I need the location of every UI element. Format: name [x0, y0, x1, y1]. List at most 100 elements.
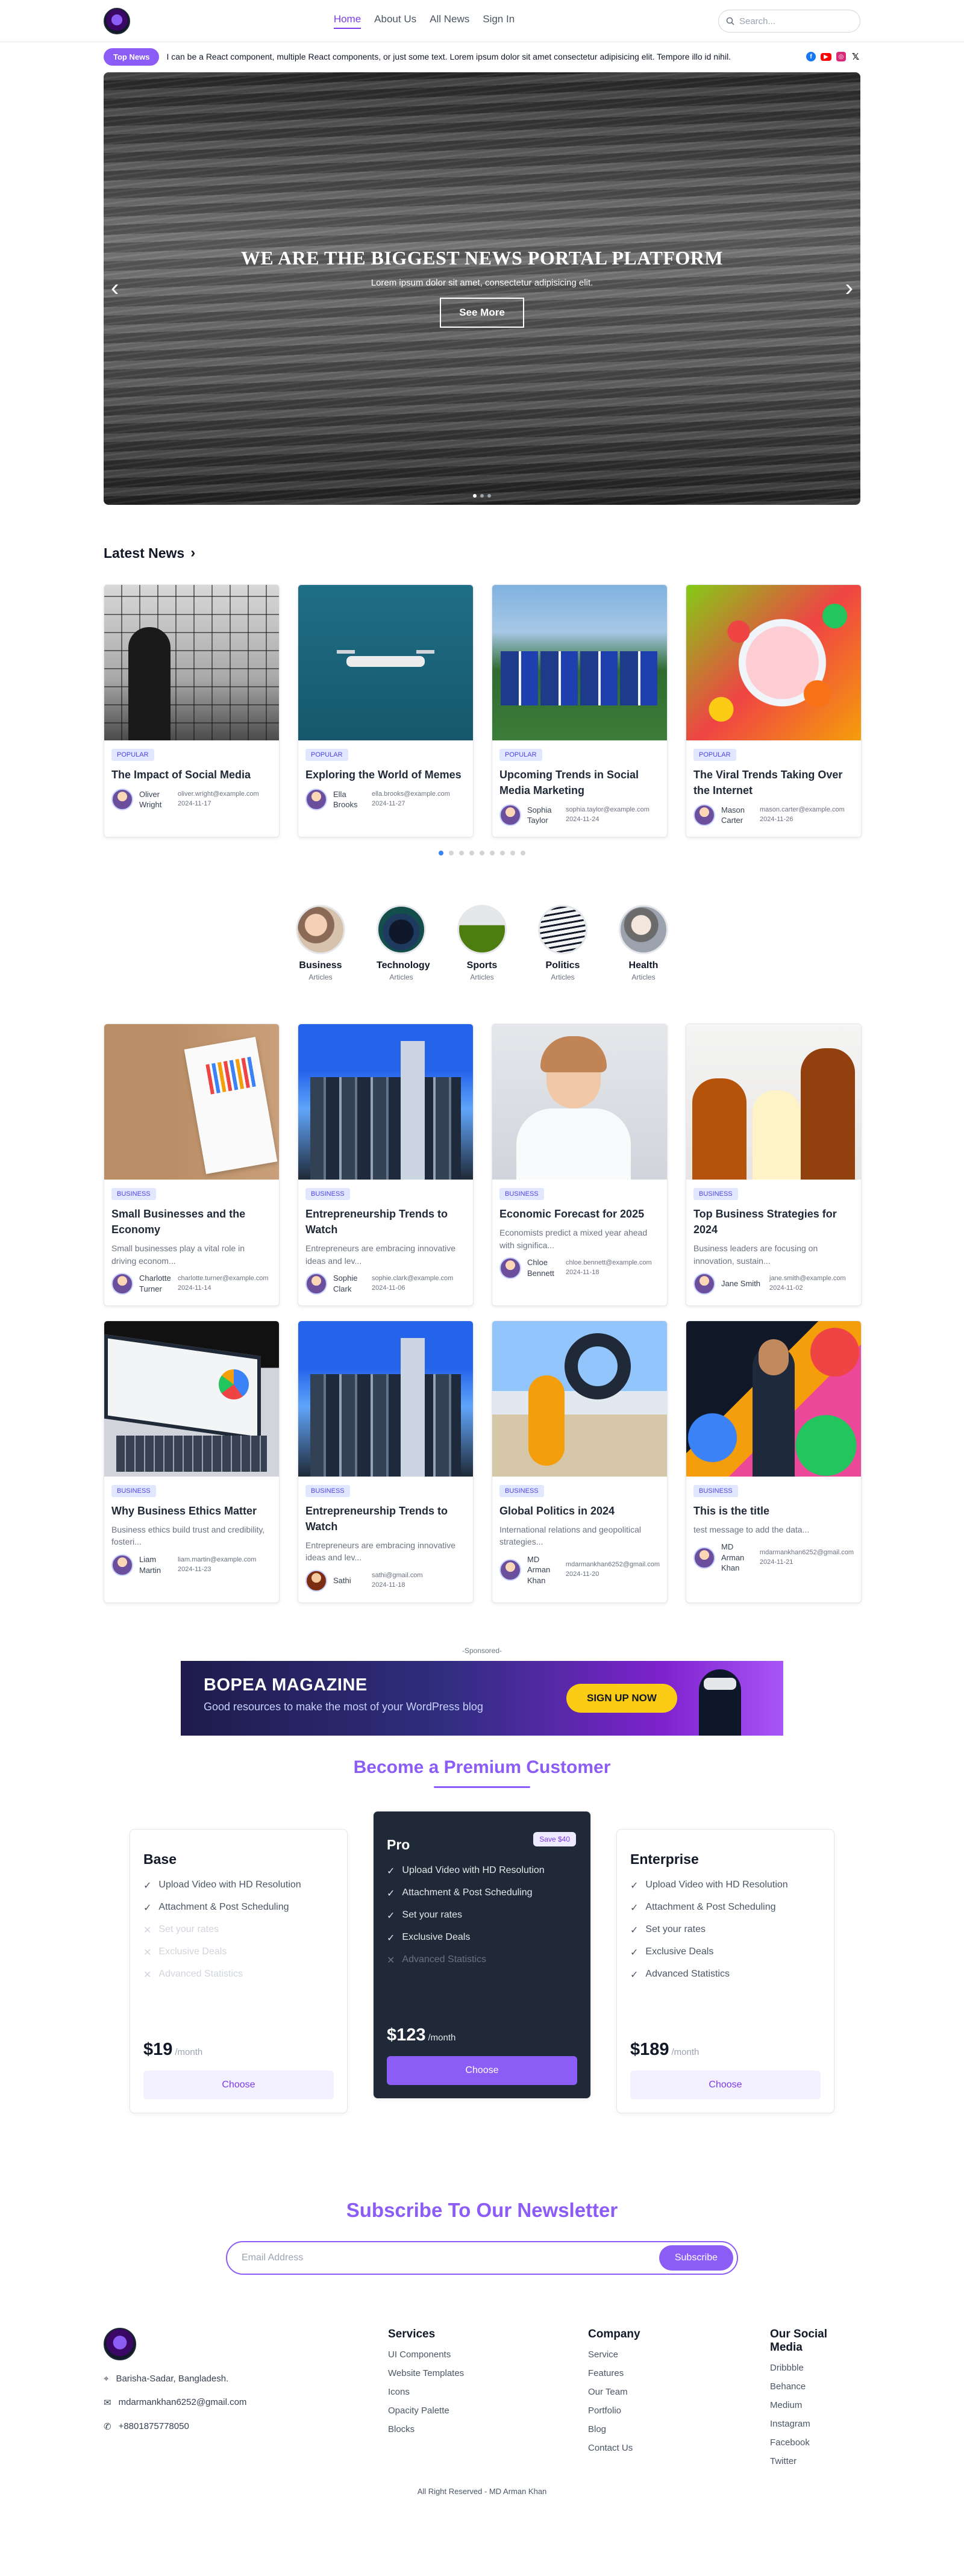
news-title[interactable]: Entrepreneurship Trends to Watch	[305, 1206, 466, 1237]
author-row: Mason Carter mason.carter@example.com 202…	[693, 804, 854, 827]
see-more-button[interactable]: See More	[440, 298, 524, 328]
choose-button[interactable]: Choose	[387, 2055, 577, 2085]
news-image	[298, 1321, 473, 1477]
avatar	[499, 1558, 521, 1581]
footer-link[interactable]: Dribbble	[770, 2363, 860, 2373]
news-card[interactable]: POPULAR The Impact of Social Media Olive…	[104, 584, 280, 838]
top-news-label: Top News	[104, 48, 160, 66]
avatar	[111, 1554, 133, 1576]
nav-home[interactable]: Home	[333, 13, 362, 29]
carousel-dot[interactable]	[459, 851, 464, 856]
footer-link[interactable]: Portfolio	[588, 2406, 751, 2416]
news-title[interactable]: Small Businesses and the Economy	[111, 1206, 272, 1237]
author-email: mdarmankhan6252@gmail.com	[565, 1561, 660, 1569]
banner-signup-button[interactable]: SIGN UP NOW	[566, 1683, 677, 1713]
sponsor-banner[interactable]: BOPEA MAGAZINE Good resources to make th…	[181, 1660, 783, 1736]
news-card[interactable]: BUSINESS Why Business Ethics Matter Busi…	[104, 1320, 280, 1603]
footer-link[interactable]: Instagram	[770, 2419, 860, 2429]
category-image	[296, 905, 345, 955]
category-politics[interactable]: Politics Articles	[538, 905, 587, 981]
news-image	[104, 1024, 279, 1180]
nav-about[interactable]: About Us	[374, 13, 416, 29]
slide-dot[interactable]	[480, 494, 484, 498]
footer-link[interactable]: Blocks	[388, 2424, 569, 2434]
carousel-dot[interactable]	[469, 851, 474, 856]
footer-heading: Our Social Media	[770, 2327, 828, 2354]
news-card[interactable]: POPULAR Upcoming Trends in Social Media …	[492, 584, 668, 838]
news-title[interactable]: Exploring the World of Memes	[305, 767, 466, 783]
location-pin-icon: ⌖	[104, 2373, 109, 2384]
footer-link[interactable]: Service	[588, 2349, 751, 2360]
carousel-dot[interactable]	[490, 851, 495, 856]
slide-dot[interactable]	[487, 494, 491, 498]
news-card[interactable]: BUSINESS Entrepreneurship Trends to Watc…	[298, 1320, 474, 1603]
news-title[interactable]: Entrepreneurship Trends to Watch	[305, 1503, 466, 1534]
news-card[interactable]: BUSINESS Global Politics in 2024 Interna…	[492, 1320, 668, 1603]
author-name: Chloe Bennett	[527, 1258, 554, 1278]
check-icon: ✓	[387, 1910, 395, 1921]
email-input[interactable]: Email Address	[242, 2252, 303, 2263]
news-title[interactable]: Upcoming Trends in Social Media Marketin…	[499, 767, 660, 798]
category-business[interactable]: Business Articles	[296, 905, 345, 981]
category-health[interactable]: Health Articles	[619, 905, 668, 981]
facebook-icon[interactable]: f	[806, 52, 816, 61]
choose-button[interactable]: Choose	[143, 2070, 334, 2099]
latest-news-heading[interactable]: Latest News ›	[104, 545, 860, 561]
footer-link[interactable]: UI Components	[388, 2349, 569, 2360]
news-title[interactable]: The Impact of Social Media	[111, 767, 272, 783]
footer-logo[interactable]	[104, 2327, 136, 2360]
news-card[interactable]: BUSINESS Entrepreneurship Trends to Watc…	[298, 1024, 474, 1306]
footer-link[interactable]: Medium	[770, 2400, 860, 2410]
avatar	[693, 804, 715, 827]
nav-all-news[interactable]: All News	[430, 13, 469, 29]
news-card[interactable]: POPULAR The Viral Trends Taking Over the…	[686, 584, 862, 838]
site-logo[interactable]	[104, 8, 130, 34]
news-title[interactable]: This is the title	[693, 1503, 854, 1519]
news-card[interactable]: BUSINESS Top Business Strategies for 202…	[686, 1024, 862, 1306]
news-title[interactable]: Global Politics in 2024	[499, 1503, 660, 1519]
author-email: liam.martin@example.com	[178, 1555, 257, 1563]
carousel-dot[interactable]	[449, 851, 454, 856]
category-technology[interactable]: Technology Articles	[377, 905, 430, 981]
subscribe-button[interactable]: Subscribe	[659, 2245, 733, 2271]
footer-link[interactable]: Behance	[770, 2381, 860, 2392]
plan-price: $189/month	[630, 2039, 700, 2059]
youtube-icon[interactable]: ▶	[821, 52, 831, 61]
news-card[interactable]: POPULAR Exploring the World of Memes Ell…	[298, 584, 474, 838]
news-card[interactable]: BUSINESS This is the title test message …	[686, 1320, 862, 1603]
business-grid: BUSINESS Small Businesses and the Econom…	[104, 1024, 862, 1603]
nav-sign-in[interactable]: Sign In	[483, 13, 515, 29]
title-underline	[434, 1786, 530, 1788]
category-image	[619, 905, 668, 955]
carousel-dot[interactable]	[439, 851, 443, 856]
news-card[interactable]: BUSINESS Small Businesses and the Econom…	[104, 1024, 280, 1306]
footer-link[interactable]: Icons	[388, 2387, 569, 2397]
news-title[interactable]: The Viral Trends Taking Over the Interne…	[693, 767, 854, 798]
x-twitter-icon[interactable]: 𝕏	[851, 52, 860, 62]
carousel-dot[interactable]	[521, 851, 525, 856]
category-name: Business	[299, 960, 342, 971]
plan-name: Enterprise	[630, 1851, 699, 1867]
news-title[interactable]: Top Business Strategies for 2024	[693, 1206, 854, 1237]
footer-link[interactable]: Opacity Palette	[388, 2406, 569, 2416]
carousel-dot[interactable]	[500, 851, 505, 856]
search-input[interactable]: Search...	[718, 10, 860, 33]
news-title[interactable]: Economic Forecast for 2025	[499, 1206, 660, 1222]
choose-button[interactable]: Choose	[630, 2070, 821, 2099]
footer-link[interactable]: Contact Us	[588, 2443, 751, 2453]
footer-link[interactable]: Our Team	[588, 2387, 751, 2397]
footer-link[interactable]: Facebook	[770, 2437, 860, 2448]
banner-subtitle: Good resources to make the most of your …	[204, 1700, 483, 1713]
slide-dot[interactable]	[473, 494, 477, 498]
instagram-icon[interactable]: ◎	[836, 52, 846, 61]
news-card[interactable]: BUSINESS Economic Forecast for 2025 Econ…	[492, 1024, 668, 1306]
carousel-dot[interactable]	[510, 851, 515, 856]
footer-link[interactable]: Twitter	[770, 2456, 860, 2466]
author-email: sathi@gmail.com	[372, 1571, 423, 1579]
news-title[interactable]: Why Business Ethics Matter	[111, 1503, 272, 1519]
carousel-dot[interactable]	[480, 851, 484, 856]
footer-link[interactable]: Features	[588, 2368, 751, 2378]
footer-link[interactable]: Website Templates	[388, 2368, 569, 2378]
category-sports[interactable]: Sports Articles	[457, 905, 507, 981]
footer-link[interactable]: Blog	[588, 2424, 751, 2434]
